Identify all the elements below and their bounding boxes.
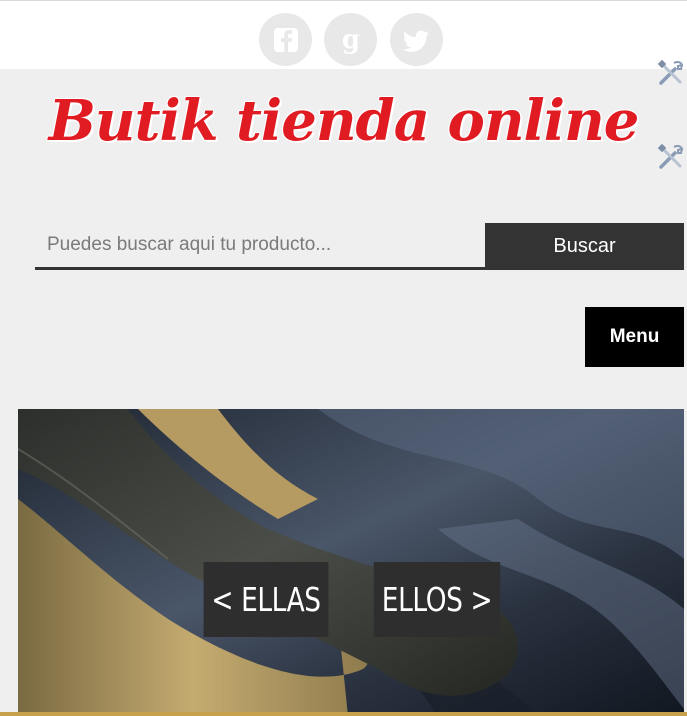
svg-text:g: g xyxy=(341,25,359,55)
hero-image xyxy=(18,409,684,716)
ellas-button[interactable]: < ELLAS xyxy=(203,562,329,637)
search-button[interactable]: Buscar xyxy=(485,223,684,270)
top-social-bar: g xyxy=(0,0,687,69)
twitter-icon[interactable] xyxy=(390,13,443,66)
google-plus-icon[interactable]: g xyxy=(324,13,377,66)
tools-icon[interactable] xyxy=(656,58,686,88)
menu-button[interactable]: Menu xyxy=(585,307,684,367)
facebook-icon[interactable] xyxy=(259,13,312,66)
hero-banner: < ELLAS ELLOS > xyxy=(18,409,684,716)
bottom-border xyxy=(0,712,687,716)
search-input[interactable] xyxy=(35,223,485,270)
ellos-button[interactable]: ELLOS > xyxy=(373,562,501,637)
site-logo[interactable]: Butik tienda online xyxy=(0,88,687,154)
